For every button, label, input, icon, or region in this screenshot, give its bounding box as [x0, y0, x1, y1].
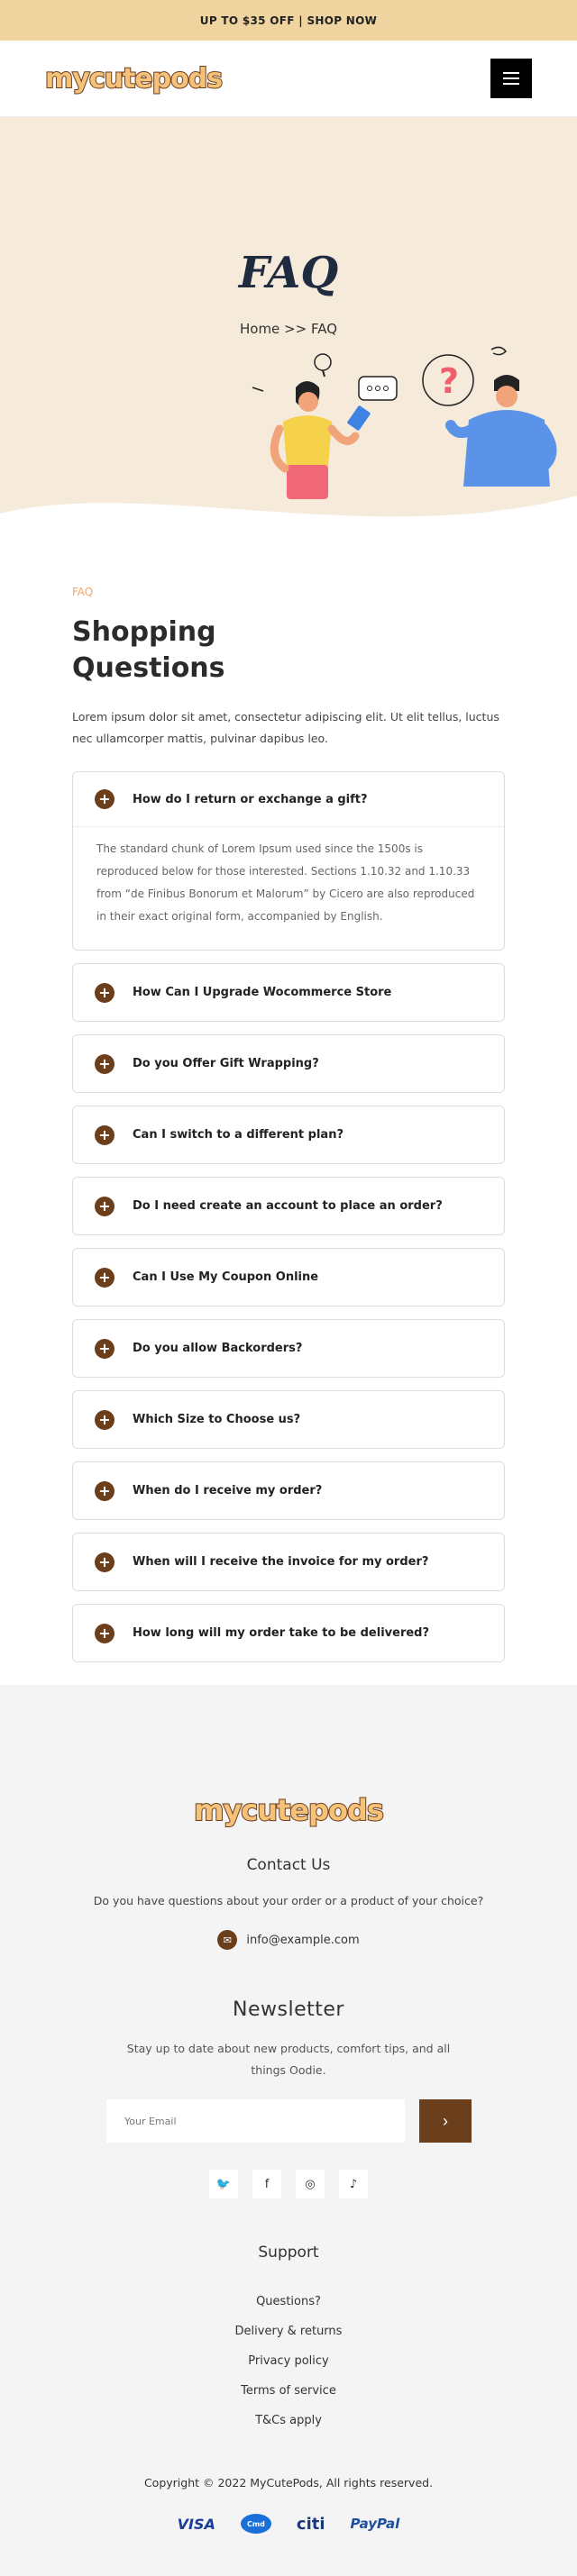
newsletter-title: Newsletter: [233, 1998, 344, 2021]
accordion-item[interactable]: + Which Size to Choose us?: [72, 1390, 505, 1449]
contact-email-text: info@example.com: [246, 1933, 360, 1947]
accordion-question: Do you allow Backorders?: [133, 1342, 303, 1355]
support-link-privacy[interactable]: Privacy policy: [0, 2346, 577, 2376]
accordion-item[interactable]: + How Can I Upgrade Wocommerce Store: [72, 963, 505, 1022]
payment-methods: VISA Cmd citi PayPal: [0, 2514, 577, 2534]
accordion-item[interactable]: + When do I receive my order?: [72, 1461, 505, 1520]
hamburger-menu-button[interactable]: [490, 59, 532, 98]
breadcrumb[interactable]: Home >> FAQ: [0, 321, 577, 337]
contact-email[interactable]: ✉ info@example.com: [0, 1930, 577, 1950]
accordion-header[interactable]: + How long will my order take to be deli…: [73, 1605, 504, 1661]
copyright: Copyright © 2022 MyCutePods, All rights …: [143, 2476, 434, 2490]
section-title-line: Questions: [72, 652, 225, 684]
support-links: Questions? Delivery & returns Privacy po…: [0, 2287, 577, 2435]
instagram-icon[interactable]: ◎: [296, 2170, 325, 2198]
accordion-question: Which Size to Choose us?: [133, 1413, 301, 1426]
support-link-terms[interactable]: Terms of service: [0, 2376, 577, 2406]
plus-icon: +: [95, 1124, 114, 1145]
email-icon: ✉: [217, 1930, 238, 1950]
section-eyebrow: FAQ: [72, 586, 94, 598]
accordion-item[interactable]: + Can I switch to a different plan?: [72, 1106, 505, 1164]
section-title-line: Shopping: [72, 616, 216, 648]
plus-icon: +: [95, 1552, 114, 1572]
social-links: 🐦 f ◎ ♪: [0, 2170, 577, 2198]
section-title: Shopping Questions: [72, 614, 505, 687]
accordion-item[interactable]: + How long will my order take to be deli…: [72, 1604, 505, 1662]
plus-icon: +: [95, 1196, 114, 1216]
support-link-delivery[interactable]: Delivery & returns: [0, 2317, 577, 2346]
facebook-icon[interactable]: f: [252, 2170, 281, 2198]
newsletter-submit-button[interactable]: ›: [419, 2099, 472, 2143]
newsletter-text: Stay up to date about new products, comf…: [126, 2042, 451, 2077]
support-link-questions[interactable]: Questions?: [0, 2287, 577, 2317]
plus-icon: +: [95, 1409, 114, 1430]
paypal-logo: PayPal: [350, 2516, 400, 2532]
accordion-question: Do you Offer Gift Wrapping?: [133, 1057, 319, 1070]
menu-line-icon: [503, 72, 519, 74]
accordion-header[interactable]: + Do you allow Backorders?: [73, 1320, 504, 1377]
accordion-header[interactable]: + Which Size to Choose us?: [73, 1391, 504, 1448]
faq-section: FAQ Shopping Questions Lorem ipsum dolor…: [0, 586, 577, 1662]
contact-text: Do you have questions about your order o…: [93, 1894, 484, 1907]
accordion-header[interactable]: + How Can I Upgrade Wocommerce Store: [73, 964, 504, 1021]
visa-logo: VISA: [177, 2515, 215, 2533]
tiktok-icon[interactable]: ♪: [339, 2170, 368, 2198]
citi-logo: citi: [296, 2514, 325, 2534]
accordion-question: How long will my order take to be delive…: [133, 1626, 430, 1640]
accordion-item[interactable]: + How do I return or exchange a gift? Th…: [72, 771, 505, 951]
plus-icon: +: [95, 1338, 114, 1359]
site-footer: mycutepods Contact Us Do you have questi…: [0, 1685, 577, 2576]
plus-icon: +: [95, 1053, 114, 1074]
accordion-header[interactable]: + Can I Use My Coupon Online: [73, 1249, 504, 1306]
support-title: Support: [258, 2244, 319, 2262]
section-intro: Lorem ipsum dolor sit amet, consectetur …: [72, 710, 499, 745]
footer-logo-text: mycutepods: [193, 1792, 385, 1828]
accordion-answer: The standard chunk of Lorem Ipsum used s…: [73, 826, 504, 950]
footer-logo[interactable]: mycutepods: [0, 1792, 577, 1828]
footer-wave-divider: [0, 1699, 577, 1766]
accordion-question: Can I switch to a different plan?: [133, 1128, 343, 1142]
accordion-item[interactable]: + Do you Offer Gift Wrapping?: [72, 1034, 505, 1093]
hero-wave-divider: [0, 496, 577, 550]
accordion-item[interactable]: + Do I need create an account to place a…: [72, 1177, 505, 1235]
plus-icon: +: [95, 789, 114, 809]
plus-icon: +: [95, 1623, 114, 1643]
accordion-header[interactable]: + Do I need create an account to place a…: [73, 1178, 504, 1234]
plus-icon: +: [95, 982, 114, 1003]
plus-icon: +: [95, 1480, 114, 1501]
menu-line-icon: [503, 83, 519, 85]
accordion-item[interactable]: + Do you allow Backorders?: [72, 1319, 505, 1378]
twitter-icon[interactable]: 🐦: [209, 2170, 238, 2198]
site-logo[interactable]: mycutepods: [44, 62, 224, 96]
accordion-question: Can I Use My Coupon Online: [133, 1270, 319, 1284]
accordion-header[interactable]: + Do you Offer Gift Wrapping?: [73, 1035, 504, 1092]
accordion-header[interactable]: + When will I receive the invoice for my…: [73, 1534, 504, 1590]
page-title: FAQ: [238, 248, 339, 298]
contact-title: Contact Us: [246, 1856, 331, 1874]
menu-line-icon: [503, 77, 519, 79]
accordion-question: How Can I Upgrade Wocommerce Store: [133, 986, 392, 999]
newsletter-form: ›: [106, 2099, 472, 2143]
accordion-header[interactable]: + Can I switch to a different plan?: [73, 1106, 504, 1163]
accordion-header[interactable]: + When do I receive my order?: [73, 1462, 504, 1519]
accordion-question: When will I receive the invoice for my o…: [133, 1555, 429, 1569]
newsletter-email-input[interactable]: [106, 2099, 405, 2143]
accordion-header[interactable]: + How do I return or exchange a gift?: [73, 772, 504, 826]
faq-accordion: + How do I return or exchange a gift? Th…: [72, 771, 505, 1662]
accordion-item[interactable]: + When will I receive the invoice for my…: [72, 1533, 505, 1591]
accordion-question: How do I return or exchange a gift?: [133, 792, 368, 806]
announcement-bar[interactable]: UP TO $35 OFF | SHOP NOW: [0, 0, 577, 41]
svg-text:?: ?: [439, 361, 459, 401]
support-link-tcs[interactable]: T&Cs apply: [0, 2406, 577, 2435]
cmd-logo: Cmd: [240, 2514, 271, 2534]
accordion-question: Do I need create an account to place an …: [133, 1199, 443, 1213]
site-header: mycutepods: [0, 41, 577, 117]
plus-icon: +: [95, 1267, 114, 1288]
page-hero: FAQ Home >> FAQ ?: [0, 117, 577, 550]
accordion-item[interactable]: + Can I Use My Coupon Online: [72, 1248, 505, 1306]
accordion-question: When do I receive my order?: [133, 1484, 323, 1497]
